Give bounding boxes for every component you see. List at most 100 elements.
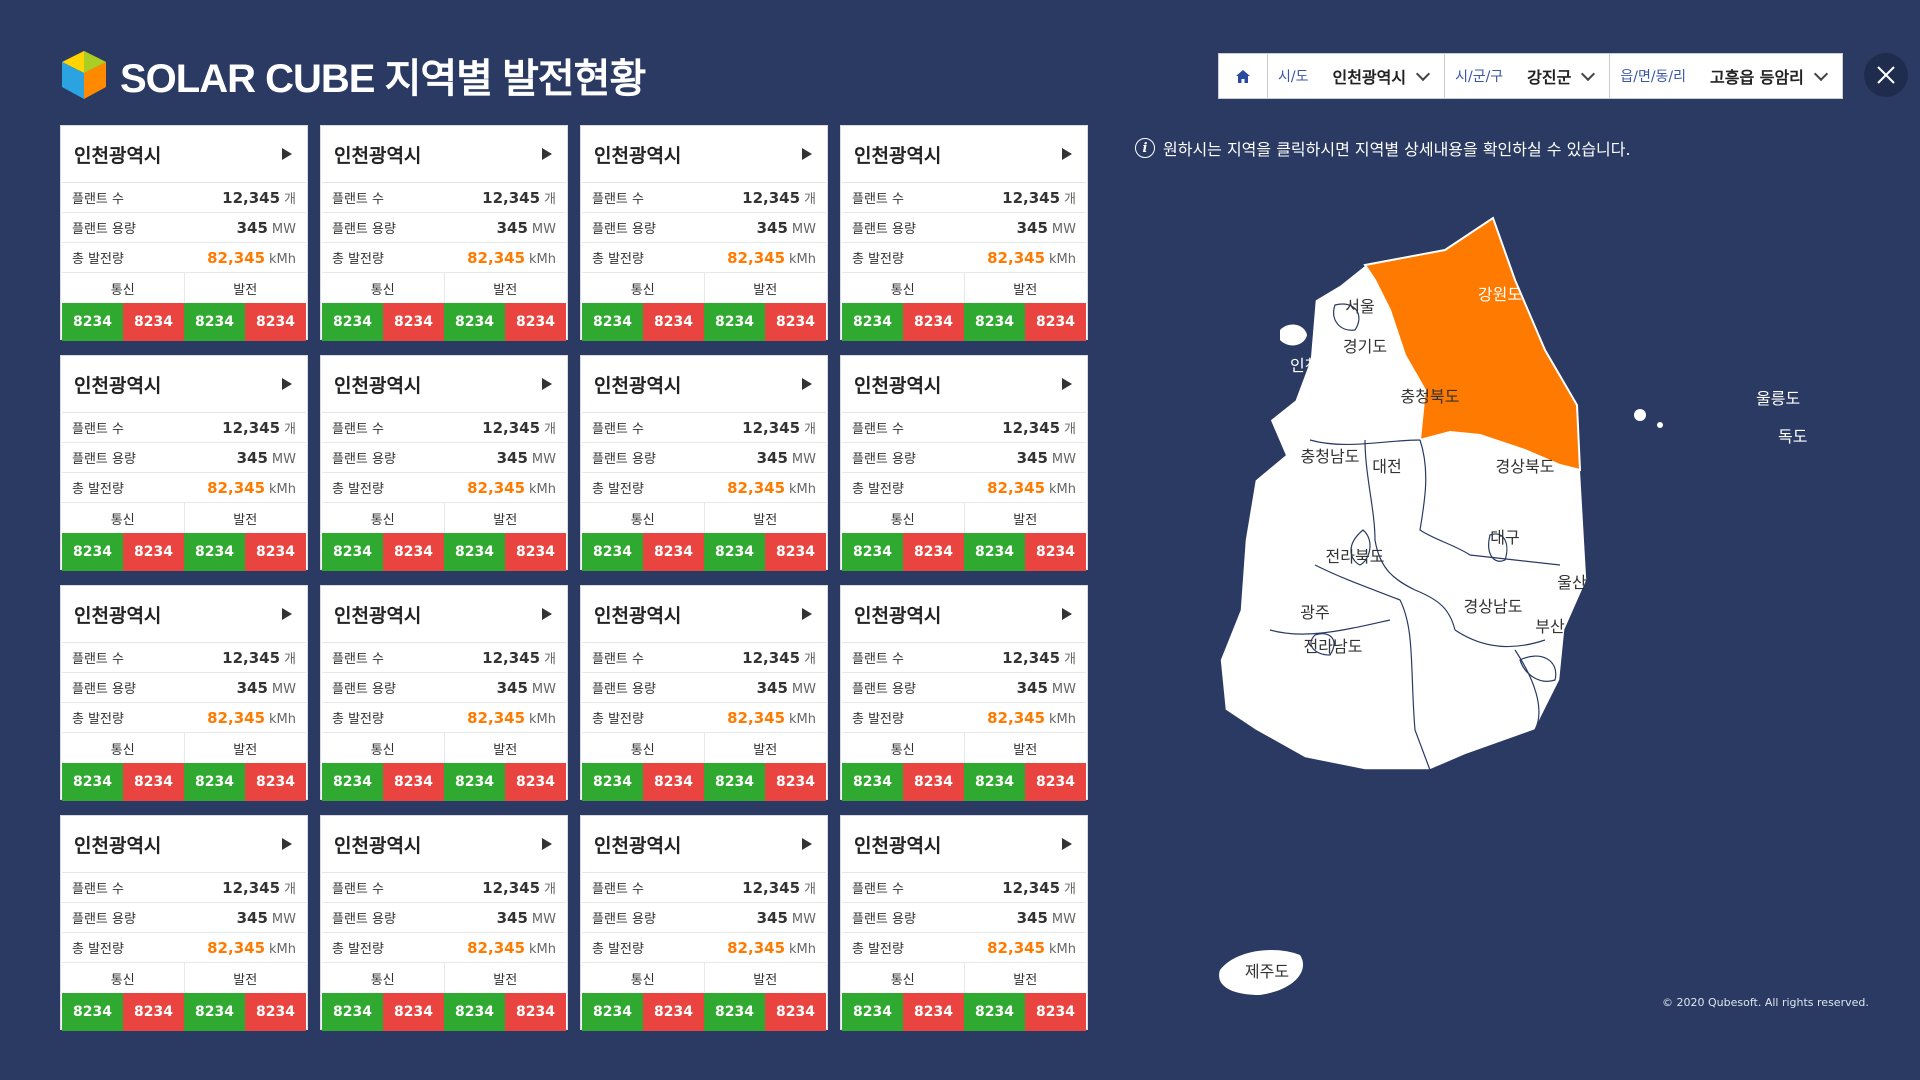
comm-ok-count[interactable]: 8234: [842, 303, 903, 341]
gen-ok-count[interactable]: 8234: [444, 763, 505, 801]
region-card[interactable]: 인천광역시 플랜트 수 12,345 개 플랜트 용량 345 MW 총 발전량 8…: [580, 355, 828, 571]
comm-ok-count[interactable]: 8234: [62, 763, 123, 801]
gen-error-count[interactable]: 8234: [1025, 993, 1086, 1031]
map-region-dokdo[interactable]: [1657, 422, 1663, 428]
comm-error-count[interactable]: 8234: [383, 993, 444, 1031]
comm-ok-count[interactable]: 8234: [582, 533, 643, 571]
play-arrow-icon[interactable]: [1062, 148, 1072, 160]
gen-ok-count[interactable]: 8234: [704, 763, 765, 801]
gen-ok-count[interactable]: 8234: [184, 303, 245, 341]
map-region-ulleungdo[interactable]: [1634, 409, 1646, 421]
comm-ok-count[interactable]: 8234: [322, 763, 383, 801]
comm-error-count[interactable]: 8234: [903, 533, 964, 571]
play-arrow-icon[interactable]: [542, 148, 552, 160]
region-card[interactable]: 인천광역시 플랜트 수 12,345 개 플랜트 용량 345 MW 총 발전량 8…: [60, 815, 308, 1031]
gen-error-count[interactable]: 8234: [765, 763, 826, 801]
gen-error-count[interactable]: 8234: [1025, 763, 1086, 801]
comm-ok-count[interactable]: 8234: [842, 763, 903, 801]
gen-error-count[interactable]: 8234: [1025, 303, 1086, 341]
comm-ok-count[interactable]: 8234: [842, 533, 903, 571]
comm-ok-count[interactable]: 8234: [842, 993, 903, 1031]
comm-ok-count[interactable]: 8234: [62, 533, 123, 571]
region-card[interactable]: 인천광역시 플랜트 수 12,345 개 플랜트 용량 345 MW 총 발전량 8…: [60, 355, 308, 571]
map-region-incheon[interactable]: [1280, 324, 1307, 346]
district-select-value[interactable]: 강진군: [1513, 64, 1609, 88]
comm-ok-count[interactable]: 8234: [582, 763, 643, 801]
gen-error-count[interactable]: 8234: [765, 303, 826, 341]
gen-error-count[interactable]: 8234: [505, 303, 566, 341]
play-arrow-icon[interactable]: [1062, 608, 1072, 620]
region-card[interactable]: 인천광역시 플랜트 수 12,345 개 플랜트 용량 345 MW 총 발전량 8…: [60, 585, 308, 801]
gen-ok-count[interactable]: 8234: [444, 303, 505, 341]
gen-ok-count[interactable]: 8234: [964, 993, 1025, 1031]
province-select-value[interactable]: 인천광역시: [1318, 64, 1444, 88]
gen-ok-count[interactable]: 8234: [444, 533, 505, 571]
region-card[interactable]: 인천광역시 플랜트 수 12,345 개 플랜트 용량 345 MW 총 발전량 8…: [320, 355, 568, 571]
comm-error-count[interactable]: 8234: [123, 763, 184, 801]
region-card[interactable]: 인천광역시 플랜트 수 12,345 개 플랜트 용량 345 MW 총 발전량 8…: [320, 815, 568, 1031]
comm-error-count[interactable]: 8234: [903, 993, 964, 1031]
play-arrow-icon[interactable]: [802, 608, 812, 620]
play-arrow-icon[interactable]: [282, 148, 292, 160]
comm-ok-count[interactable]: 8234: [62, 993, 123, 1031]
play-arrow-icon[interactable]: [282, 378, 292, 390]
comm-ok-count[interactable]: 8234: [322, 533, 383, 571]
gen-ok-count[interactable]: 8234: [184, 763, 245, 801]
comm-ok-count[interactable]: 8234: [322, 303, 383, 341]
comm-error-count[interactable]: 8234: [903, 303, 964, 341]
comm-error-count[interactable]: 8234: [643, 303, 704, 341]
region-card[interactable]: 인천광역시 플랜트 수 12,345 개 플랜트 용량 345 MW 총 발전량 8…: [580, 125, 828, 341]
comm-error-count[interactable]: 8234: [903, 763, 964, 801]
gen-error-count[interactable]: 8234: [505, 993, 566, 1031]
gen-ok-count[interactable]: 8234: [964, 533, 1025, 571]
play-arrow-icon[interactable]: [802, 838, 812, 850]
close-button[interactable]: [1864, 53, 1908, 97]
gen-ok-count[interactable]: 8234: [704, 303, 765, 341]
gen-error-count[interactable]: 8234: [765, 993, 826, 1031]
region-card[interactable]: 인천광역시 플랜트 수 12,345 개 플랜트 용량 345 MW 총 발전량 8…: [840, 125, 1088, 341]
home-button[interactable]: [1219, 54, 1268, 98]
gen-error-count[interactable]: 8234: [245, 303, 306, 341]
play-arrow-icon[interactable]: [282, 608, 292, 620]
play-arrow-icon[interactable]: [802, 378, 812, 390]
comm-ok-count[interactable]: 8234: [582, 993, 643, 1031]
play-arrow-icon[interactable]: [542, 378, 552, 390]
gen-error-count[interactable]: 8234: [245, 993, 306, 1031]
play-arrow-icon[interactable]: [542, 608, 552, 620]
comm-error-count[interactable]: 8234: [123, 993, 184, 1031]
gen-error-count[interactable]: 8234: [1025, 533, 1086, 571]
region-card[interactable]: 인천광역시 플랜트 수 12,345 개 플랜트 용량 345 MW 총 발전량 8…: [840, 585, 1088, 801]
region-card[interactable]: 인천광역시 플랜트 수 12,345 개 플랜트 용량 345 MW 총 발전량 8…: [320, 585, 568, 801]
comm-ok-count[interactable]: 8234: [62, 303, 123, 341]
region-card[interactable]: 인천광역시 플랜트 수 12,345 개 플랜트 용량 345 MW 총 발전량 8…: [840, 355, 1088, 571]
play-arrow-icon[interactable]: [1062, 838, 1072, 850]
play-arrow-icon[interactable]: [542, 838, 552, 850]
gen-error-count[interactable]: 8234: [245, 763, 306, 801]
region-card[interactable]: 인천광역시 플랜트 수 12,345 개 플랜트 용량 345 MW 총 발전량 8…: [840, 815, 1088, 1031]
comm-ok-count[interactable]: 8234: [322, 993, 383, 1031]
gen-ok-count[interactable]: 8234: [184, 993, 245, 1031]
comm-error-count[interactable]: 8234: [383, 763, 444, 801]
gen-ok-count[interactable]: 8234: [704, 533, 765, 571]
district-select[interactable]: 시/군/구 강진군: [1445, 54, 1611, 98]
play-arrow-icon[interactable]: [1062, 378, 1072, 390]
region-card[interactable]: 인천광역시 플랜트 수 12,345 개 플랜트 용량 345 MW 총 발전량 8…: [320, 125, 568, 341]
province-select[interactable]: 시/도 인천광역시: [1268, 54, 1446, 98]
comm-error-count[interactable]: 8234: [643, 763, 704, 801]
comm-error-count[interactable]: 8234: [643, 993, 704, 1031]
comm-error-count[interactable]: 8234: [123, 303, 184, 341]
town-select-value[interactable]: 고흥읍 등암리: [1696, 64, 1842, 88]
town-select[interactable]: 읍/면/동/리 고흥읍 등암리: [1610, 54, 1842, 98]
comm-error-count[interactable]: 8234: [383, 303, 444, 341]
comm-error-count[interactable]: 8234: [123, 533, 184, 571]
region-card[interactable]: 인천광역시 플랜트 수 12,345 개 플랜트 용량 345 MW 총 발전량 8…: [580, 815, 828, 1031]
gen-error-count[interactable]: 8234: [505, 763, 566, 801]
gen-ok-count[interactable]: 8234: [444, 993, 505, 1031]
gen-error-count[interactable]: 8234: [245, 533, 306, 571]
gen-ok-count[interactable]: 8234: [184, 533, 245, 571]
gen-ok-count[interactable]: 8234: [964, 303, 1025, 341]
gen-ok-count[interactable]: 8234: [704, 993, 765, 1031]
comm-error-count[interactable]: 8234: [383, 533, 444, 571]
gen-error-count[interactable]: 8234: [505, 533, 566, 571]
comm-ok-count[interactable]: 8234: [582, 303, 643, 341]
